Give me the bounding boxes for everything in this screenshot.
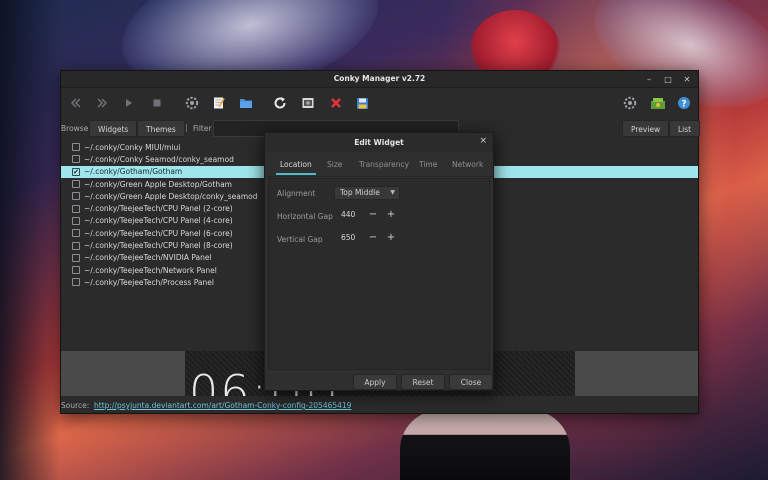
widget-path: ~/.conky/Green Apple Desktop/conky_seamo… — [84, 191, 258, 201]
widget-path: ~/.conky/TeejeeTech/CPU Panel (6-core) — [84, 228, 233, 238]
alignment-label: Alignment — [277, 189, 316, 198]
stop-icon[interactable] — [148, 94, 166, 112]
alignment-value: Top Middle — [340, 188, 380, 197]
wallpaper-figure-legs — [400, 410, 570, 480]
reset-button[interactable]: Reset — [401, 374, 445, 390]
themes-button[interactable]: Themes — [137, 120, 185, 137]
folder-icon[interactable] — [237, 94, 255, 112]
dialog-buttons: Apply Reset Close — [353, 374, 493, 390]
toolbar: ? — [61, 88, 698, 118]
widget-checkbox[interactable] — [72, 241, 80, 250]
widget-checkbox[interactable] — [72, 266, 80, 275]
svg-text:?: ? — [681, 99, 686, 109]
widget-checkbox[interactable]: ✔ — [72, 167, 80, 176]
widget-checkbox[interactable] — [72, 204, 80, 213]
widget-checkbox[interactable] — [72, 278, 80, 287]
hgap-label: Horizontal Gap — [277, 212, 333, 221]
widget-path: ~/.conky/Gotham/Gotham — [84, 167, 183, 177]
minimize-icon[interactable]: – — [644, 73, 654, 85]
window-controls: – □ ✕ — [644, 73, 692, 85]
edit-widget-dialog: Edit Widget × Location Size Transparency… — [264, 132, 494, 391]
dialog-body: Alignment Top Middle ▼ Horizontal Gap 44… — [268, 178, 490, 370]
widget-checkbox[interactable] — [72, 180, 80, 189]
tab-transparency[interactable]: Transparency — [359, 160, 409, 169]
next-icon[interactable] — [93, 94, 111, 112]
tab-size[interactable]: Size — [327, 160, 342, 169]
wallpaper-trees — [0, 0, 60, 480]
maximize-icon[interactable]: □ — [663, 73, 673, 85]
widget-checkbox[interactable] — [72, 253, 80, 262]
dialog-title: Edit Widget — [354, 138, 404, 147]
hgap-minus-button[interactable]: − — [366, 208, 380, 222]
app-settings-icon[interactable] — [621, 94, 639, 112]
window-title: Conky Manager v2.72 — [333, 74, 426, 83]
apply-button[interactable]: Apply — [353, 374, 397, 390]
widget-path: ~/.conky/TeejeeTech/NVIDIA Panel — [84, 253, 212, 263]
widget-checkbox[interactable] — [72, 155, 80, 164]
widget-path: ~/.conky/TeejeeTech/Process Panel — [84, 277, 214, 287]
widget-checkbox[interactable] — [72, 143, 80, 152]
widget-path: ~/.conky/TeejeeTech/Network Panel — [84, 265, 217, 275]
hgap-value[interactable]: 440 — [334, 208, 362, 222]
browse-label: Browse: — [61, 124, 91, 133]
widget-checkbox[interactable] — [72, 216, 80, 225]
help-icon[interactable]: ? — [675, 94, 693, 112]
hgap-plus-button[interactable]: + — [384, 208, 398, 222]
kill-icon[interactable] — [327, 94, 345, 112]
dialog-close-icon[interactable]: × — [479, 136, 487, 146]
dialog-titlebar[interactable]: Edit Widget × — [265, 133, 493, 152]
tab-network[interactable]: Network — [452, 160, 483, 169]
chevron-down-icon: ▼ — [390, 189, 395, 196]
vgap-value[interactable]: 650 — [334, 231, 362, 245]
widget-checkbox[interactable] — [72, 192, 80, 201]
widget-path: ~/.conky/Conky Seamod/conky_seamod — [84, 154, 234, 164]
widget-checkbox[interactable] — [72, 229, 80, 238]
window-titlebar[interactable]: Conky Manager v2.72 – □ ✕ — [61, 71, 698, 88]
screenshot-icon[interactable] — [299, 94, 317, 112]
widget-path: ~/.conky/Conky MIUI/miui — [84, 142, 181, 152]
donate-icon[interactable] — [649, 94, 667, 112]
widget-path: ~/.conky/Green Apple Desktop/Gotham — [84, 179, 232, 189]
browse-separator: | — [185, 123, 188, 132]
vgap-minus-button[interactable]: − — [366, 231, 380, 245]
source-label: Source: — [61, 401, 90, 410]
refresh-icon[interactable] — [271, 94, 289, 112]
alignment-combo[interactable]: Top Middle ▼ — [334, 186, 400, 200]
source-link[interactable]: http://psyjunta.deviantart.com/art/Gotha… — [94, 401, 351, 410]
dialog-tabs: Location Size Transparency Time Network — [265, 152, 493, 177]
widget-path: ~/.conky/TeejeeTech/CPU Panel (4-core) — [84, 216, 233, 226]
preview-button[interactable]: Preview — [622, 120, 670, 137]
filter-label: Filter — [193, 124, 212, 133]
close-button[interactable]: Close — [449, 374, 493, 390]
list-button[interactable]: List — [669, 120, 701, 137]
vgap-plus-button[interactable]: + — [384, 231, 398, 245]
widget-path: ~/.conky/TeejeeTech/CPU Panel (8-core) — [84, 241, 233, 251]
previous-icon[interactable] — [67, 94, 85, 112]
source-bar: Source: http://psyjunta.deviantart.com/a… — [61, 396, 698, 413]
save-icon[interactable] — [353, 94, 371, 112]
widgets-button[interactable]: Widgets — [89, 120, 138, 137]
close-icon[interactable]: ✕ — [682, 73, 692, 85]
tab-location[interactable]: Location — [276, 160, 316, 175]
widget-path: ~/.conky/TeejeeTech/CPU Panel (2-core) — [84, 204, 233, 214]
edit-icon[interactable] — [210, 94, 228, 112]
settings-icon[interactable] — [183, 94, 201, 112]
vgap-label: Vertical Gap — [277, 235, 323, 244]
play-icon[interactable] — [120, 94, 138, 112]
tab-time[interactable]: Time — [419, 160, 437, 169]
